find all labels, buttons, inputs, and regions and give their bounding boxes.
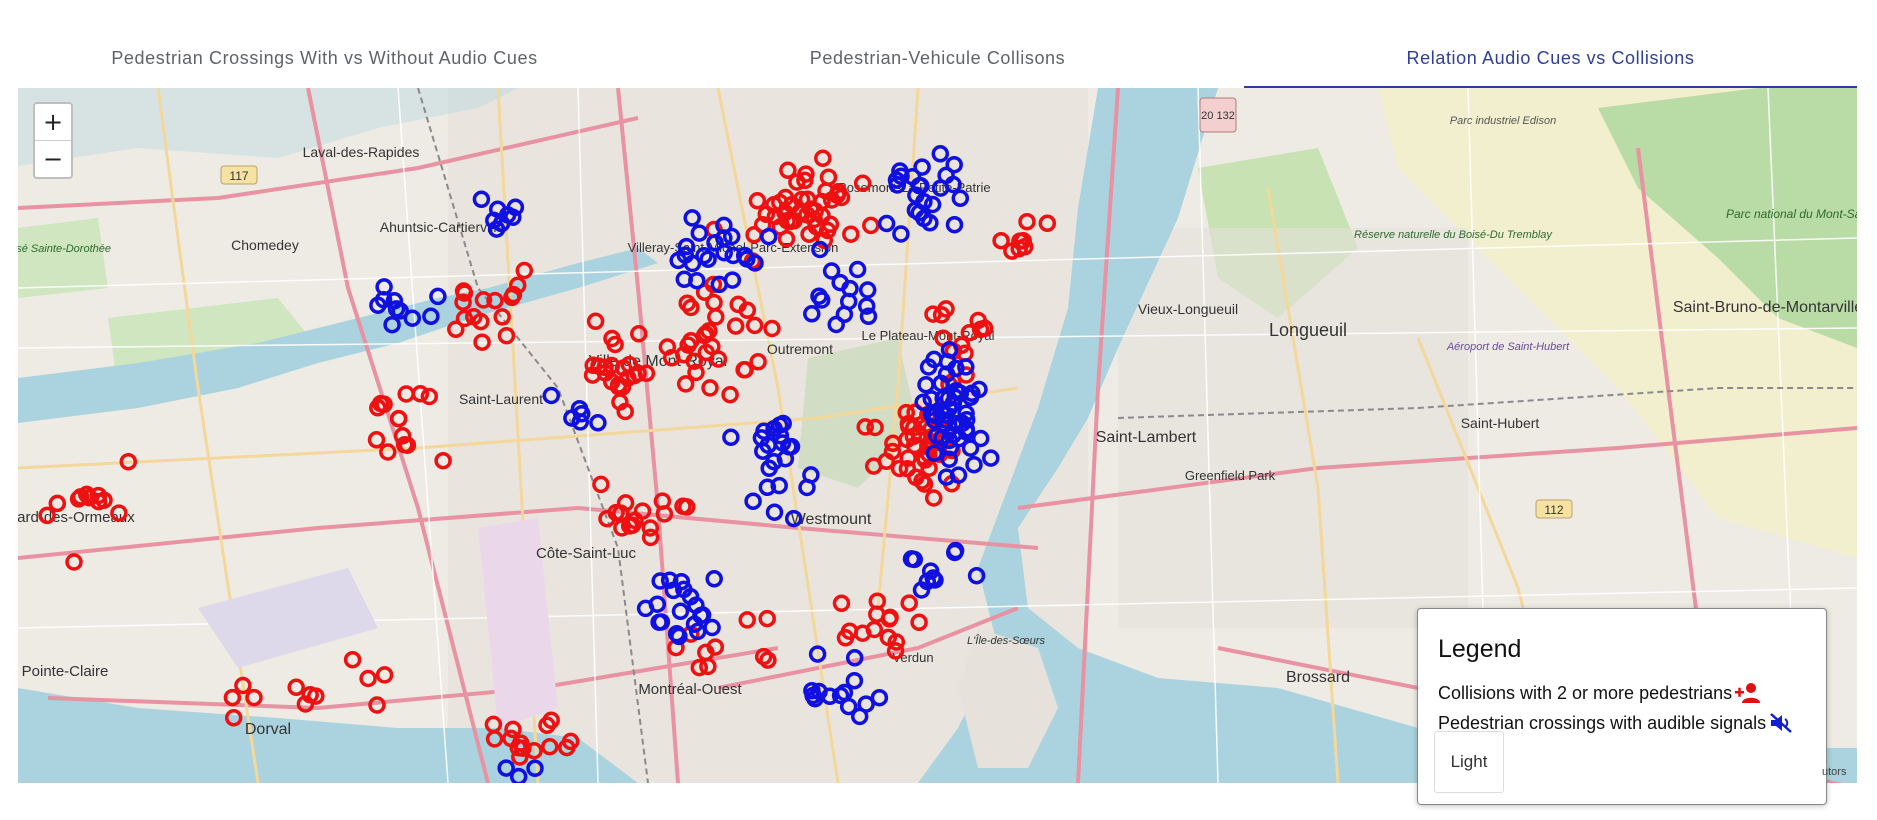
- place-aeroport-saint-hubert: Aéroport de Saint-Hubert: [1446, 341, 1570, 353]
- place-greenfield-park: Greenfield Park: [1185, 468, 1276, 483]
- place-mont-saint-bruno: Parc national du Mont-Saint-Bruno: [1726, 207, 1857, 221]
- map-attribution[interactable]: utors: [1822, 766, 1846, 778]
- place-boise-sainte-dorothee: Le Boisé Sainte-Dorothée: [18, 243, 111, 255]
- place-brossard: Brossard: [1286, 669, 1350, 686]
- svg-text:117: 117: [229, 169, 248, 183]
- legend-row-collisions: Collisions with 2 or more pedestrians: [1438, 682, 1762, 704]
- place-saint-laurent: Saint-Laurent: [459, 391, 543, 407]
- highway-shield-20-132: 20 132: [1199, 97, 1237, 133]
- tab-relation[interactable]: Relation Audio Cues vs Collisions: [1244, 28, 1857, 88]
- place-laval-des-rapides: Laval-des-Rapides: [303, 144, 420, 160]
- place-saint-hubert: Saint-Hubert: [1461, 415, 1540, 431]
- place-saint-lambert: Saint-Lambert: [1096, 429, 1197, 446]
- tab-collisions[interactable]: Pedestrian-Vehicule Collisons: [631, 28, 1244, 88]
- place-montreal-ouest: Montréal-Ouest: [638, 681, 742, 698]
- place-dollard-des-ormeaux: Dollard-des-Ormeaux: [18, 509, 135, 526]
- highway-shield-117: 117: [220, 165, 258, 185]
- place-saint-bruno: Saint-Bruno-de-Montarville: [1673, 299, 1857, 316]
- person-add-icon: [1735, 683, 1761, 703]
- zoom-out-button[interactable]: −: [35, 140, 71, 177]
- place-westmount: Westmount: [791, 511, 872, 528]
- svg-text:20 132: 20 132: [1201, 110, 1235, 122]
- place-vieux-longueuil: Vieux-Longueuil: [1138, 301, 1238, 317]
- place-cote-saint-luc: Côte-Saint-Luc: [536, 545, 637, 562]
- place-chomedey: Chomedey: [231, 237, 299, 253]
- place-outremont: Outremont: [767, 341, 833, 357]
- legend-collisions-label: Collisions with 2 or more pedestrians: [1438, 682, 1733, 703]
- tab-bar: Pedestrian Crossings With vs Without Aud…: [18, 28, 1857, 88]
- place-ile-des-soeurs: L'Île-des-Sœurs: [967, 634, 1045, 647]
- highway-shield-112: 112: [1535, 499, 1573, 519]
- zoom-in-button[interactable]: +: [35, 104, 71, 140]
- place-pointe-claire: Pointe-Claire: [22, 663, 109, 680]
- volume-off-icon: [1770, 713, 1793, 733]
- tab-audio-cues[interactable]: Pedestrian Crossings With vs Without Aud…: [18, 28, 631, 88]
- place-dorval: Dorval: [245, 721, 291, 738]
- legend-title: Legend: [1438, 635, 1522, 663]
- theme-toggle-button[interactable]: Light: [1434, 731, 1504, 793]
- zoom-control: + −: [33, 102, 73, 179]
- place-boise-tremblay: Réserve naturelle du Boisé-Du Tremblay: [1354, 229, 1553, 241]
- place-parc-edison: Parc industriel Edison: [1450, 115, 1556, 127]
- svg-text:112: 112: [1544, 503, 1563, 517]
- legend-panel: Legend Collisions with 2 or more pedestr…: [1417, 608, 1827, 805]
- place-longueuil: Longueuil: [1269, 320, 1347, 340]
